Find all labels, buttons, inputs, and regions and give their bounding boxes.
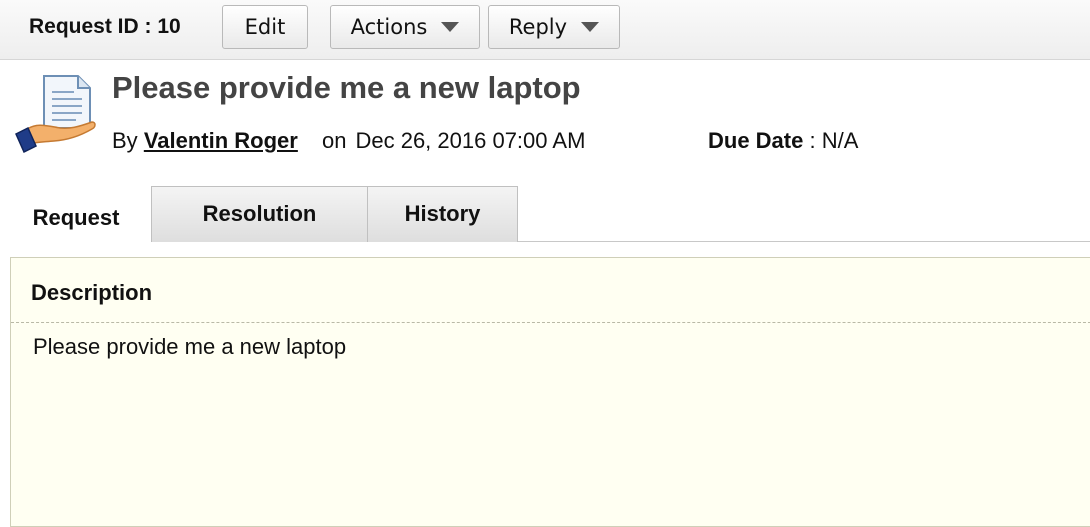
tab-resolution[interactable]: Resolution xyxy=(151,186,368,242)
tab-history[interactable]: History xyxy=(367,186,518,242)
actions-dropdown-button[interactable]: Actions xyxy=(330,5,480,49)
reply-dropdown-button[interactable]: Reply xyxy=(488,5,620,49)
edit-button[interactable]: Edit xyxy=(222,5,308,49)
request-title: Please provide me a new laptop xyxy=(112,70,581,105)
by-label: By xyxy=(112,128,138,153)
toolbar: Request ID : 10 Edit Actions Reply xyxy=(0,0,1090,60)
reply-button-label: Reply xyxy=(508,15,568,39)
due-date: Due Date : N/A xyxy=(708,128,858,154)
actions-button-label: Actions xyxy=(350,15,428,39)
author-link[interactable]: Valentin Roger xyxy=(144,128,298,153)
description-text: Please provide me a new laptop xyxy=(33,334,347,359)
chevron-down-icon xyxy=(441,22,460,32)
description-panel: Description Please provide me a new lapt… xyxy=(10,257,1090,527)
on-label: on xyxy=(321,128,347,153)
request-document-hand-icon xyxy=(15,75,96,154)
edit-button-label: Edit xyxy=(244,15,286,39)
description-heading: Description xyxy=(31,280,153,305)
due-date-value: : N/A xyxy=(809,128,859,153)
request-id-label: Request ID : 10 xyxy=(29,15,181,38)
due-date-label: Due Date xyxy=(708,128,804,153)
panel-divider xyxy=(11,322,1090,323)
request-meta: By Valentin Roger on Dec 26, 2016 07:00 A… xyxy=(112,128,585,154)
tab-request[interactable]: Request xyxy=(0,186,152,243)
created-date: Dec 26, 2016 07:00 AM xyxy=(355,128,586,153)
chevron-down-icon xyxy=(581,22,600,32)
